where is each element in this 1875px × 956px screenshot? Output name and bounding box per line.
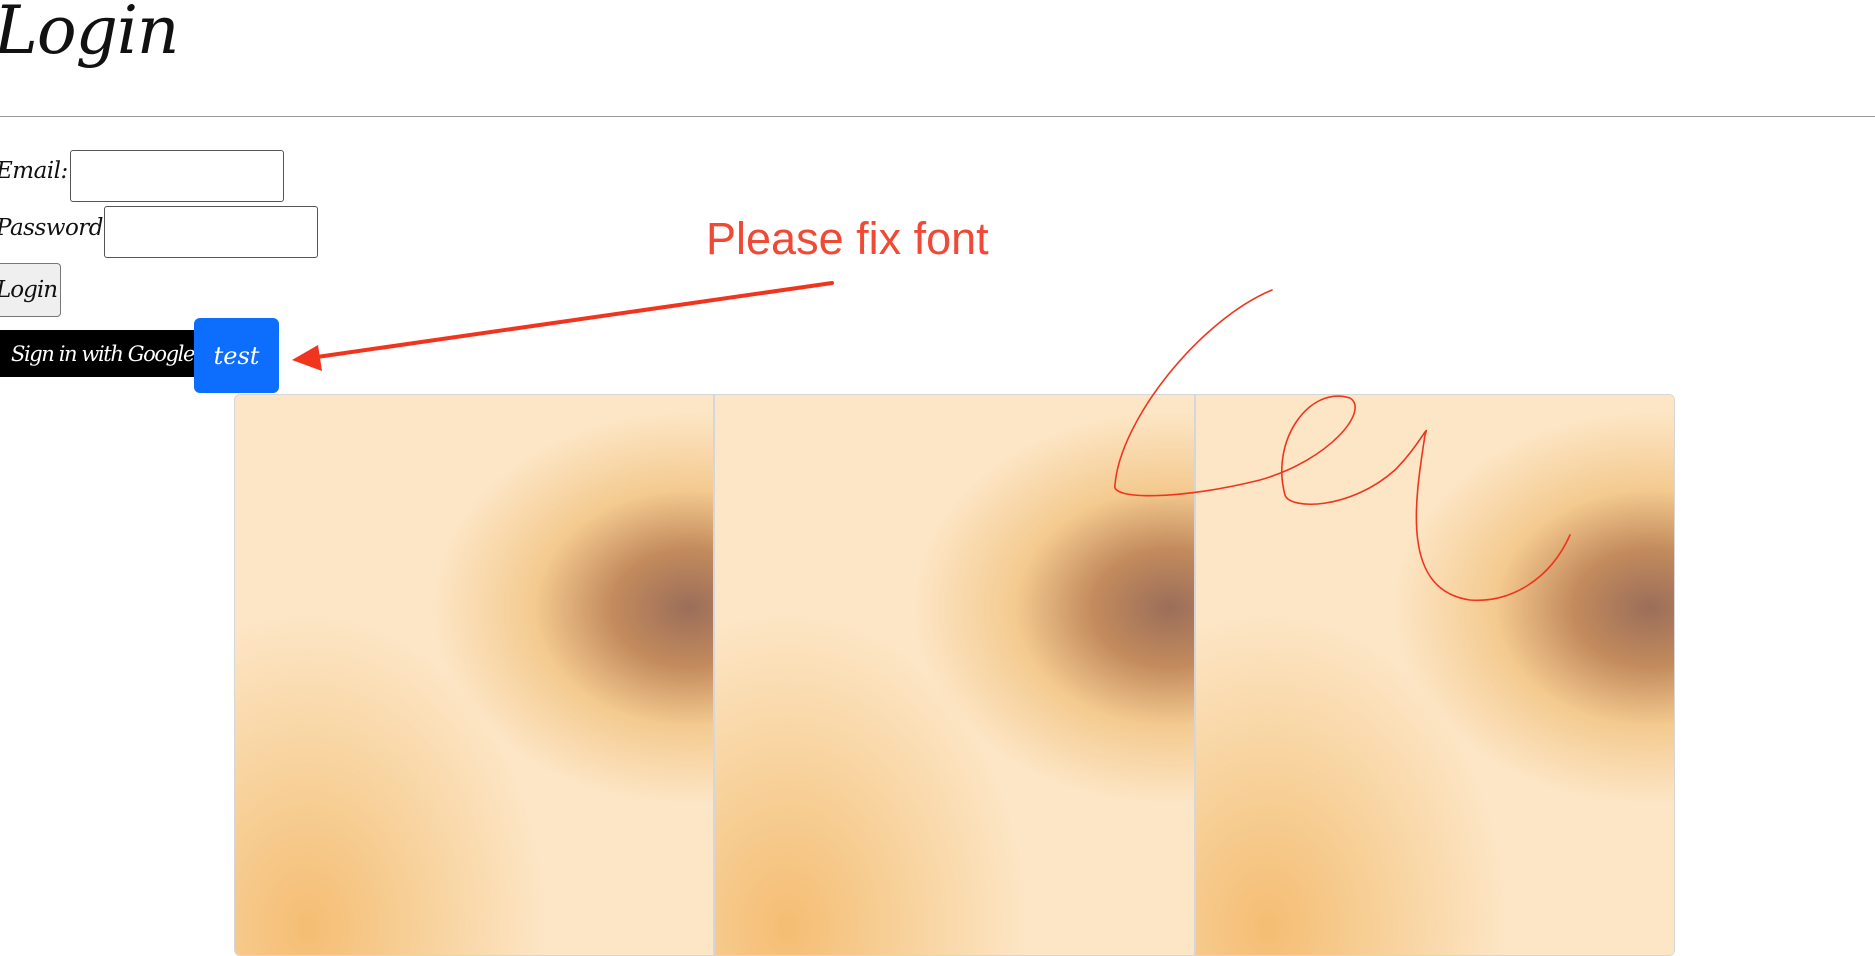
gallery-image (1195, 395, 1674, 955)
password-field[interactable] (104, 206, 318, 258)
google-signin-label: Sign in with Google (10, 341, 195, 366)
annotation-text: Please fix font (706, 213, 989, 264)
login-button[interactable]: Login (0, 263, 61, 317)
email-field[interactable] (70, 150, 284, 202)
email-label: Email: (0, 158, 68, 184)
gallery-image (715, 395, 1196, 955)
annotation-arrow (292, 281, 834, 371)
google-signin-button[interactable]: Sign in with Google (0, 330, 196, 377)
header-divider (0, 116, 1875, 117)
gallery-image (235, 395, 716, 955)
password-label: Password: (0, 215, 111, 241)
test-button[interactable]: test (194, 318, 279, 393)
image-gallery (234, 394, 1675, 956)
test-button-label: test (213, 341, 260, 370)
page-title: Login (0, 0, 179, 69)
